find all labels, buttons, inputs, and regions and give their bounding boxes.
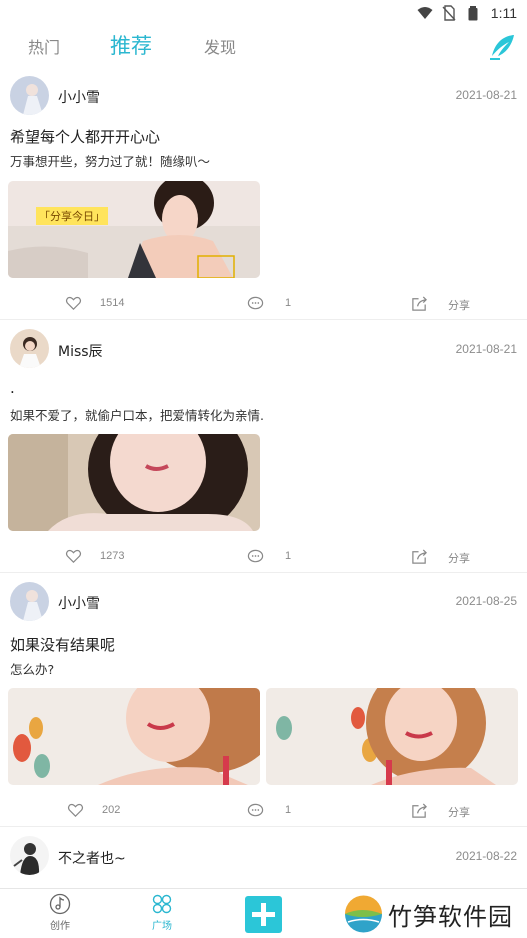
- post-date: 2021-08-25: [455, 594, 517, 608]
- share-icon[interactable]: [411, 548, 428, 565]
- post-photo[interactable]: [8, 434, 260, 531]
- comment-count: 1: [285, 297, 292, 309]
- clock: 1:11: [490, 5, 517, 21]
- share-label[interactable]: 分享: [448, 297, 470, 313]
- post-text: 怎么办?: [10, 662, 55, 677]
- post-actions: 1273 1 分享: [0, 548, 527, 568]
- post-photo[interactable]: 「分享今日」: [8, 181, 260, 278]
- avatar[interactable]: [10, 836, 49, 875]
- post-title: 希望每个人都开开心心: [10, 128, 161, 146]
- comment-icon[interactable]: [247, 295, 264, 312]
- post-card[interactable]: 不之者也~ 2021-08-22: [0, 828, 527, 888]
- post-title: 如果没有结果呢: [10, 636, 116, 654]
- post-text: 如果不爱了，就偷户口本，把爱情转化为亲情.: [10, 408, 264, 423]
- post-photo[interactable]: [266, 688, 518, 785]
- post-date: 2021-08-21: [455, 342, 517, 356]
- share-icon[interactable]: [411, 802, 428, 819]
- post-card[interactable]: 小小雪 2021-08-21 希望每个人都开开心心 万事想开些，努力过了就！随缘…: [0, 68, 527, 320]
- post-card[interactable]: 小小雪 2021-08-25 如果没有结果呢 怎么办? 202 1 分享: [0, 574, 527, 827]
- nav-square-label: 广场: [152, 921, 172, 932]
- post-text: 万事想开些，努力过了就！随缘叭～: [10, 154, 211, 169]
- like-count: 1514: [100, 297, 125, 309]
- avatar[interactable]: [10, 76, 49, 115]
- post-date: 2021-08-21: [455, 88, 517, 102]
- share-label[interactable]: 分享: [448, 550, 470, 566]
- wifi-icon: [417, 7, 433, 19]
- post-photo[interactable]: [8, 688, 260, 785]
- comment-icon[interactable]: [247, 802, 264, 819]
- username[interactable]: 小小雪: [58, 87, 100, 107]
- avatar[interactable]: [10, 329, 49, 368]
- post-actions: 1514 1 分享: [0, 295, 527, 315]
- no-sim-icon: [442, 5, 456, 21]
- plus-icon: [252, 903, 275, 926]
- clover-icon: [152, 894, 172, 914]
- username[interactable]: 小小雪: [58, 593, 100, 613]
- tab-recommend[interactable]: 推荐: [110, 30, 152, 60]
- comment-count: 1: [285, 804, 292, 816]
- nav-create-label: 创作: [50, 921, 70, 932]
- watermark-logo-icon: [345, 895, 382, 933]
- like-count: 202: [102, 804, 121, 816]
- share-label[interactable]: 分享: [448, 804, 470, 820]
- watermark-text: 竹笋软件园: [388, 903, 513, 931]
- avatar[interactable]: [10, 582, 49, 621]
- nav-create[interactable]: 创作: [40, 893, 80, 932]
- tab-discover[interactable]: 发现: [204, 34, 236, 58]
- top-tab-bar: 热门 推荐 发现: [0, 28, 527, 68]
- username[interactable]: Miss辰: [58, 341, 103, 361]
- music-note-icon: [49, 893, 71, 915]
- post-date: 2021-08-22: [455, 849, 517, 863]
- post-card[interactable]: Miss辰 2021-08-21 . 如果不爱了，就偷户口本，把爱情转化为亲情.…: [0, 321, 527, 573]
- photo-caption: 「分享今日」: [36, 207, 108, 225]
- comment-icon[interactable]: [247, 548, 264, 565]
- nav-square[interactable]: 广场: [142, 893, 182, 932]
- heart-icon[interactable]: [65, 295, 82, 312]
- post-actions: 202 1 分享: [0, 802, 527, 822]
- status-bar: 1:11: [0, 0, 527, 26]
- publish-button[interactable]: [245, 896, 282, 933]
- like-count: 1273: [100, 550, 125, 562]
- battery-icon: [468, 6, 478, 21]
- heart-icon[interactable]: [67, 802, 84, 819]
- feather-write-icon[interactable]: [487, 32, 517, 62]
- comment-count: 1: [285, 550, 292, 562]
- watermark: 竹笋软件园: [340, 889, 527, 938]
- share-icon[interactable]: [411, 295, 428, 312]
- heart-icon[interactable]: [65, 548, 82, 565]
- post-title: .: [10, 379, 15, 397]
- tab-hot[interactable]: 热门: [28, 34, 60, 58]
- username[interactable]: 不之者也~: [58, 848, 126, 868]
